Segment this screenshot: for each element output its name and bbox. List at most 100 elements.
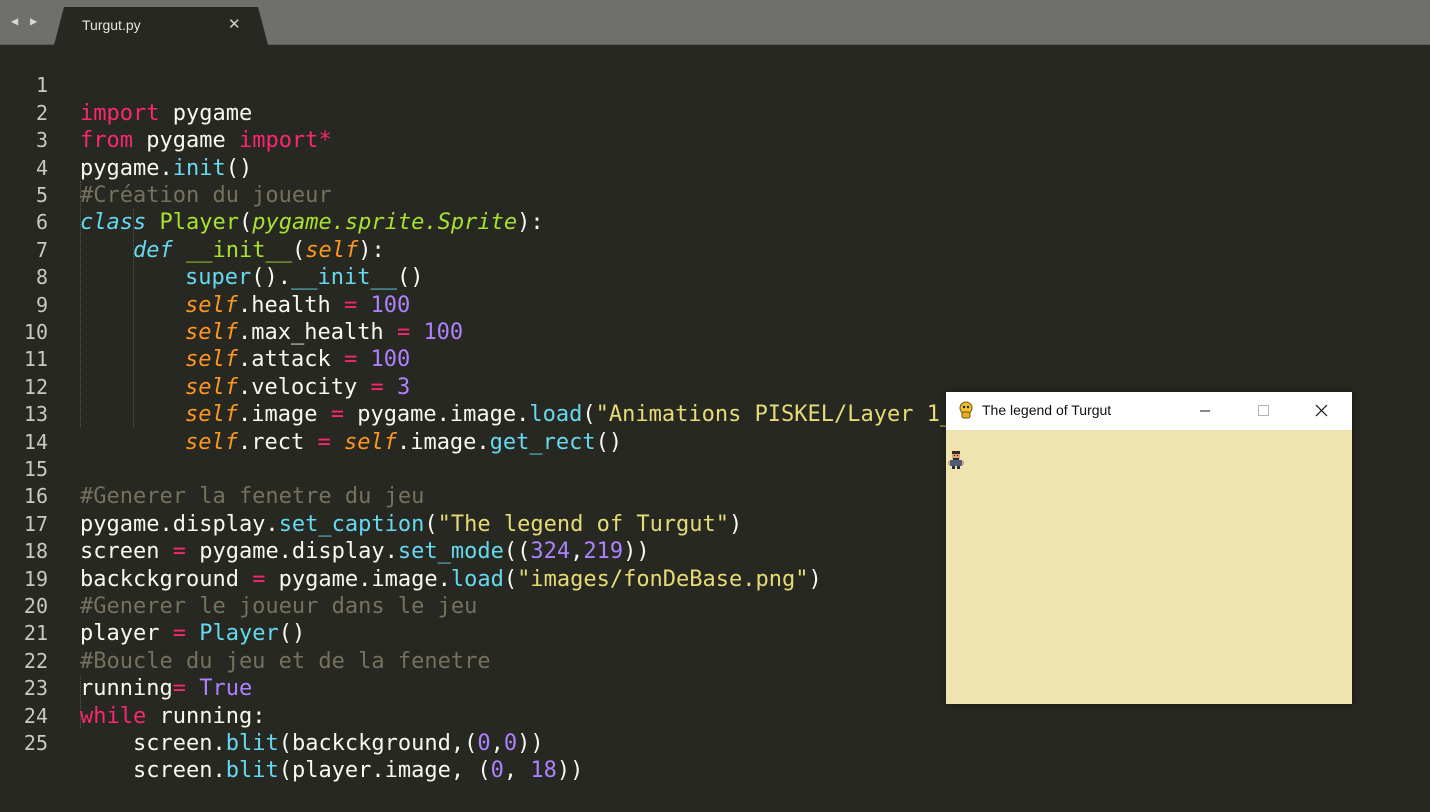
- number: 100: [423, 320, 464, 345]
- comment: #Création du joueur: [80, 183, 332, 208]
- identifier: pygame.image.: [343, 402, 530, 428]
- function-call: blit: [225, 731, 279, 756]
- tab-nav-forward-icon[interactable]: ▶: [30, 14, 37, 28]
- punctuation: (): [396, 265, 424, 291]
- identifier: backckground: [80, 566, 253, 592]
- identifier: .attack: [237, 347, 344, 373]
- code-text: self.rect = self.image.get_rect(): [185, 429, 622, 456]
- punctuation: ,: [490, 731, 504, 756]
- self-keyword: self: [185, 320, 238, 345]
- number: 18: [530, 758, 557, 784]
- identifier: .image: [237, 402, 331, 428]
- code-text: screen.blit(backckground,(0,0)): [133, 730, 544, 757]
- number: 100: [370, 347, 411, 373]
- punctuation: (): [278, 621, 306, 647]
- line-number: 25: [23, 731, 48, 755]
- code-text: running= True: [80, 675, 252, 702]
- identifier: pygame: [159, 100, 253, 126]
- code-text: #Generer la fenetre du jeu: [80, 483, 424, 510]
- code-text: self.attack = 100: [185, 346, 410, 373]
- string: "The legend of Turgut": [437, 511, 730, 537]
- number: 3: [396, 374, 411, 400]
- operator: =: [317, 429, 331, 455]
- punctuation: (player.image, (: [278, 758, 491, 784]
- code-text: self.velocity = 3: [185, 374, 410, 401]
- pygame-window-title: The legend of Turgut: [982, 402, 1112, 418]
- punctuation: )): [556, 758, 584, 784]
- tab-turgut-py[interactable]: Turgut.py ✕: [54, 7, 268, 45]
- identifier: running:: [146, 703, 266, 729]
- keyword: import: [80, 100, 160, 126]
- function-call: init: [172, 155, 226, 181]
- maximize-button[interactable]: [1234, 392, 1292, 430]
- identifier: pygame: [132, 128, 239, 154]
- identifier: screen: [80, 539, 173, 565]
- identifier: running: [80, 676, 173, 702]
- punctuation: ((: [503, 539, 531, 565]
- pygame-window[interactable]: The legend of Turgut: [946, 392, 1352, 704]
- identifier: pygame.: [80, 155, 173, 181]
- punctuation: ): [808, 566, 822, 592]
- punctuation: (: [582, 402, 596, 428]
- identifier: .velocity: [237, 374, 371, 400]
- minimize-button[interactable]: [1176, 392, 1234, 430]
- identifier: pygame.display.: [80, 511, 279, 537]
- function-name: __init__: [186, 237, 292, 263]
- game-canvas[interactable]: [946, 430, 1352, 704]
- operator: =: [252, 566, 266, 592]
- operator: =: [370, 374, 384, 400]
- code-line: 2 from pygame import*: [0, 72, 332, 153]
- code-line: 4 #Création du joueur: [0, 127, 332, 208]
- close-button[interactable]: [1292, 392, 1350, 430]
- code-text: player = Player(): [80, 620, 305, 647]
- player-sprite: [948, 451, 964, 469]
- code-text: import pygame: [80, 100, 252, 127]
- punctuation: ): [729, 511, 743, 537]
- minimize-icon: [1200, 410, 1210, 412]
- code-line: 5 class Player(pygame.sprite.Sprite):: [0, 155, 544, 235]
- identifier: screen.: [133, 758, 226, 784]
- pygame-title-bar[interactable]: The legend of Turgut: [946, 392, 1352, 430]
- code-line: 16 pygame.display.set_caption("The legen…: [0, 456, 742, 536]
- code-line: 3 pygame.init(): [0, 100, 252, 180]
- keyword: def: [133, 237, 173, 263]
- punctuation: )): [623, 539, 650, 565]
- code-text: backckground = pygame.image.load("images…: [80, 566, 822, 593]
- self-keyword: self: [185, 347, 238, 373]
- code-line: 18 backckground = pygame.image.load("ima…: [0, 511, 822, 591]
- maximize-icon: [1258, 405, 1269, 416]
- comment: #Generer la fenetre du jeu: [80, 484, 425, 510]
- code-line: 17 screen = pygame.display.set_mode((324…: [0, 483, 650, 564]
- function-call: get_rect: [489, 429, 596, 455]
- function-call: __init__: [290, 265, 397, 291]
- close-icon: [1315, 404, 1328, 417]
- code-text: class Player(pygame.sprite.Sprite):: [80, 209, 544, 236]
- tab-nav-back-icon[interactable]: ◀: [11, 14, 18, 28]
- number: 0: [503, 731, 518, 756]
- function-call: set_caption: [278, 511, 425, 537]
- number: 100: [370, 292, 411, 318]
- number: 324: [530, 539, 571, 565]
- class-call: Player: [199, 621, 279, 647]
- comment: #Boucle du jeu et de la fenetre: [80, 648, 491, 674]
- code-text: #Création du joueur: [80, 182, 332, 209]
- class-name: Player: [159, 210, 239, 236]
- identifier: .health: [237, 292, 344, 318]
- identifier: .image.: [396, 429, 490, 455]
- code-line: 21 #Boucle du jeu et de la fenetre: [0, 593, 491, 673]
- code-text: self.max_health = 100: [185, 319, 463, 346]
- code-text: screen.blit(player.image, (0, 18)): [133, 757, 583, 784]
- self-keyword: self: [185, 292, 238, 318]
- punctuation: ,: [570, 539, 584, 565]
- tab-close-icon[interactable]: ✕: [228, 15, 241, 33]
- operator: =: [172, 539, 186, 565]
- punctuation: (): [595, 429, 623, 455]
- number: 0: [477, 731, 491, 756]
- function-call: blit: [225, 758, 279, 784]
- code-text: from pygame import*: [80, 127, 332, 154]
